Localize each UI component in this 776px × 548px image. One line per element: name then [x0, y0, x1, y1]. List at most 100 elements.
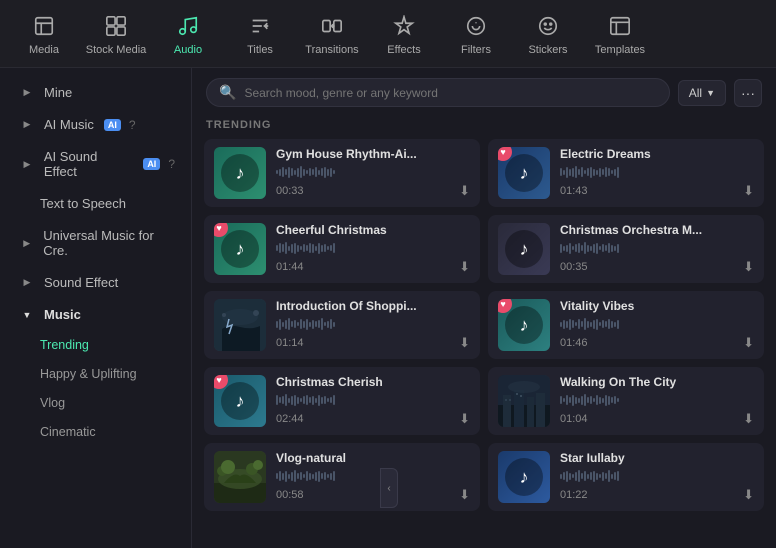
chevron-right-icon: ▶: [20, 276, 34, 290]
track-thumb-2: ♥ ♪: [498, 147, 550, 199]
nav-item-effects[interactable]: Effects: [368, 4, 440, 64]
sidebar-subitem-trending[interactable]: Trending: [4, 331, 187, 359]
search-input-wrap[interactable]: 🔍: [206, 78, 670, 107]
track-waveform-10: [560, 469, 754, 483]
chevron-right-icon: ▶: [20, 236, 33, 250]
track-info-7: Christmas Cherish 02:44 ⬇: [276, 375, 470, 427]
track-card-2[interactable]: ♥ ♪ Electric Dreams 01:43 ⬇: [488, 139, 764, 207]
track-waveform-2: [560, 165, 754, 179]
download-icon[interactable]: ⬇: [459, 335, 470, 351]
nav-item-audio[interactable]: Audio: [152, 4, 224, 64]
sidebar-item-music[interactable]: ▼ Music: [4, 299, 187, 330]
sidebar-item-text-to-speech[interactable]: Text to Speech: [4, 188, 187, 219]
track-info-5: Introduction Of Shoppi... 01:14 ⬇: [276, 299, 470, 351]
sidebar-item-universal-music[interactable]: ▶ Universal Music for Cre.: [4, 220, 187, 266]
download-icon[interactable]: ⬇: [743, 259, 754, 275]
track-meta-7: 02:44 ⬇: [276, 411, 470, 427]
content-area: 🔍 All ▼ ··· TRENDING ♪ Gym House Rhythm-…: [192, 68, 776, 548]
sidebar-subitem-vlog[interactable]: Vlog: [4, 389, 187, 417]
track-thumb-9: [214, 451, 266, 503]
trending-label: TRENDING: [192, 113, 776, 139]
titles-icon: [246, 12, 274, 40]
media-icon: [30, 12, 58, 40]
track-card-9[interactable]: Vlog-natural 00:58 ⬇: [204, 443, 480, 511]
chevron-right-icon: ▶: [20, 86, 34, 100]
track-info-1: Gym House Rhythm-Ai... 00:33 ⬇: [276, 147, 470, 199]
music-note-icon: ♪: [505, 154, 543, 192]
nav-item-titles[interactable]: Titles: [224, 4, 296, 64]
download-icon[interactable]: ⬇: [459, 411, 470, 427]
track-card-7[interactable]: ♥ ♪ Christmas Cherish 02:44 ⬇: [204, 367, 480, 435]
track-meta-3: 01:44 ⬇: [276, 259, 470, 275]
search-icon: 🔍: [219, 84, 236, 101]
music-note-icon: ♪: [505, 458, 543, 496]
track-waveform-7: [276, 393, 470, 407]
stickers-icon: [534, 12, 562, 40]
ai-badge: AI: [143, 158, 160, 170]
music-note-icon: ♪: [505, 230, 543, 268]
nav-item-stickers[interactable]: Stickers: [512, 4, 584, 64]
sidebar-item-sound-effect[interactable]: ▶ Sound Effect: [4, 267, 187, 298]
track-waveform-9: [276, 469, 470, 483]
track-info-6: Vitality Vibes 01:46 ⬇: [560, 299, 754, 351]
track-waveform-5: [276, 317, 470, 331]
filter-dropdown[interactable]: All ▼: [678, 80, 726, 106]
track-title-8: Walking On The City: [560, 375, 754, 389]
track-info-8: Walking On The City 01:04 ⬇: [560, 375, 754, 427]
effects-icon: [390, 12, 418, 40]
sidebar-subitem-happy-uplifting[interactable]: Happy & Uplifting: [4, 360, 187, 388]
track-info-2: Electric Dreams 01:43 ⬇: [560, 147, 754, 199]
track-title-7: Christmas Cherish: [276, 375, 470, 389]
chevron-down-icon: ▼: [706, 88, 715, 98]
help-icon[interactable]: ?: [168, 157, 175, 171]
track-thumb-8: [498, 375, 550, 427]
templates-icon: [606, 12, 634, 40]
track-card-8[interactable]: Walking On The City 01:04 ⬇: [488, 367, 764, 435]
chevron-down-icon: ▼: [20, 308, 34, 322]
chevron-right-icon: ▶: [20, 157, 34, 171]
track-card-6[interactable]: ♥ ♪ Vitality Vibes 01:46 ⬇: [488, 291, 764, 359]
nav-item-transitions[interactable]: Transitions: [296, 4, 368, 64]
track-thumb-5: [214, 299, 266, 351]
track-thumb-3: ♥ ♪: [214, 223, 266, 275]
track-card-3[interactable]: ♥ ♪ Cheerful Christmas 01:44 ⬇: [204, 215, 480, 283]
track-card-10[interactable]: ♪ Star Iullaby 01:22 ⬇: [488, 443, 764, 511]
track-info-3: Cheerful Christmas 01:44 ⬇: [276, 223, 470, 275]
track-meta-1: 00:33 ⬇: [276, 183, 470, 199]
track-thumb-6: ♥ ♪: [498, 299, 550, 351]
more-options-button[interactable]: ···: [734, 79, 762, 107]
ai-badge: AI: [104, 119, 121, 131]
nav-item-stock-media[interactable]: Stock Media: [80, 4, 152, 64]
track-card-5[interactable]: Introduction Of Shoppi... 01:14 ⬇: [204, 291, 480, 359]
download-icon[interactable]: ⬇: [459, 259, 470, 275]
download-icon[interactable]: ⬇: [459, 183, 470, 199]
track-title-9: Vlog-natural: [276, 451, 470, 465]
track-card-4[interactable]: ♪ Christmas Orchestra M... 00:35 ⬇: [488, 215, 764, 283]
nav-item-media[interactable]: Media: [8, 4, 80, 64]
track-meta-2: 01:43 ⬇: [560, 183, 754, 199]
sidebar-item-ai-music[interactable]: ▶ AI Music AI ?: [4, 109, 187, 140]
sidebar-item-ai-sound-effect[interactable]: ▶ AI Sound Effect AI ?: [4, 141, 187, 187]
download-icon[interactable]: ⬇: [743, 183, 754, 199]
stock-media-icon: [102, 12, 130, 40]
download-icon[interactable]: ⬇: [743, 487, 754, 503]
search-input[interactable]: [244, 86, 656, 100]
track-meta-4: 00:35 ⬇: [560, 259, 754, 275]
track-title-2: Electric Dreams: [560, 147, 754, 161]
track-waveform-4: [560, 241, 754, 255]
sidebar-subitem-cinematic[interactable]: Cinematic: [4, 418, 187, 446]
search-bar: 🔍 All ▼ ···: [192, 68, 776, 113]
track-meta-8: 01:04 ⬇: [560, 411, 754, 427]
nav-item-filters[interactable]: Filters: [440, 4, 512, 64]
download-icon[interactable]: ⬇: [459, 487, 470, 503]
download-icon[interactable]: ⬇: [743, 411, 754, 427]
music-note-icon: ♪: [505, 306, 543, 344]
sidebar-toggle-button[interactable]: ‹: [380, 468, 398, 508]
help-icon[interactable]: ?: [129, 118, 136, 132]
city-image: [498, 375, 550, 427]
nav-item-templates[interactable]: Templates: [584, 4, 656, 64]
download-icon[interactable]: ⬇: [743, 335, 754, 351]
track-waveform-3: [276, 241, 470, 255]
sidebar-item-mine[interactable]: ▶ Mine: [4, 77, 187, 108]
track-card-1[interactable]: ♪ Gym House Rhythm-Ai... 00:33 ⬇: [204, 139, 480, 207]
